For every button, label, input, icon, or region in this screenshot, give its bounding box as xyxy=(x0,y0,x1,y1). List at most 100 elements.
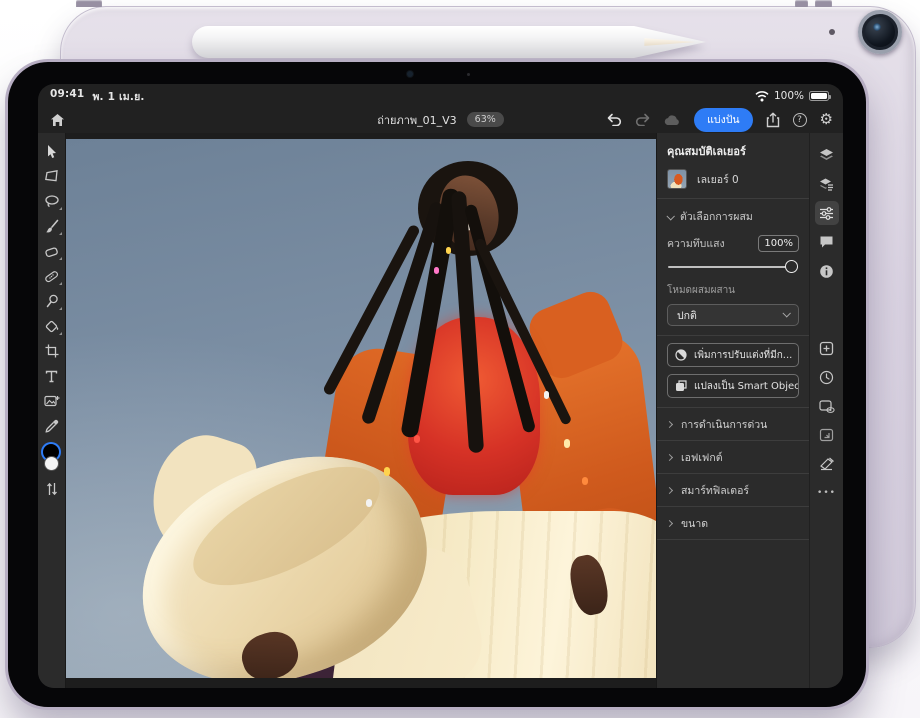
redo-icon[interactable] xyxy=(635,113,650,126)
clock-time: 09:41 xyxy=(50,88,84,105)
task-strip: ••• xyxy=(809,133,843,688)
layer-properties-icon[interactable] xyxy=(815,172,839,196)
header-bar: ถ่ายภาพ_01_V3 63% แบ่งปัน xyxy=(38,106,843,133)
eyedropper-tool[interactable] xyxy=(41,415,63,437)
front-camera-dot xyxy=(407,71,413,77)
type-tool[interactable] xyxy=(41,365,63,387)
share-button[interactable]: แบ่งปัน xyxy=(694,108,752,132)
opacity-slider-track xyxy=(668,266,798,268)
version-history-icon[interactable] xyxy=(815,365,839,389)
add-adjustment-button[interactable]: เพิ่มการปรับแต่งที่มีก... xyxy=(667,343,799,367)
deselect-icon[interactable] xyxy=(815,452,839,476)
photo-clip xyxy=(564,439,570,448)
home-icon[interactable] xyxy=(50,113,65,127)
info-icon[interactable] xyxy=(815,259,839,283)
layer-thumbnail[interactable] xyxy=(667,169,687,189)
chevron-down-icon xyxy=(782,309,790,317)
chevron-down-icon xyxy=(666,212,674,220)
opacity-label: ความทึบแสง xyxy=(667,235,725,252)
transform-tool[interactable] xyxy=(41,165,63,187)
section-size[interactable]: ขนาด xyxy=(667,507,799,539)
battery-icon xyxy=(809,91,829,101)
blend-options-label: ตัวเลือกการผสม xyxy=(680,208,753,225)
blend-mode-dropdown[interactable]: ปกติ xyxy=(667,304,799,326)
background-color-chip[interactable] xyxy=(45,457,58,470)
photo-clip xyxy=(434,267,439,274)
brush-tool[interactable] xyxy=(41,215,63,237)
adjustment-icon xyxy=(675,349,687,361)
main-row: คุณสมบัติเลเยอร์ เลเยอร์ 0 ตัวเลือกการผส… xyxy=(38,133,843,688)
chevron-right-icon xyxy=(666,420,673,427)
layer-visibility-icon[interactable] xyxy=(815,394,839,418)
clone-stamp-tool[interactable] xyxy=(41,290,63,312)
opacity-value-field[interactable]: 100% xyxy=(758,235,799,252)
color-chips[interactable] xyxy=(41,444,63,476)
settings-gear-icon[interactable]: ⚙ xyxy=(820,112,833,127)
comments-icon[interactable] xyxy=(815,230,839,254)
section-label: สมาร์ทฟิลเตอร์ xyxy=(681,482,749,499)
apple-pencil-body xyxy=(192,26,706,58)
photo-layer[interactable] xyxy=(66,139,656,678)
help-icon[interactable]: ? xyxy=(793,113,807,127)
swap-colors-tool[interactable] xyxy=(41,478,63,500)
photo-clip xyxy=(544,391,549,399)
chevron-right-icon xyxy=(666,519,673,526)
clock-date: พ. 1 เม.ย. xyxy=(92,88,144,105)
section-label: ขนาด xyxy=(681,515,708,532)
apple-pencil xyxy=(192,26,706,58)
section-label: เอฟเฟกต์ xyxy=(681,449,723,466)
app-screen: 09:41 พ. 1 เม.ย. 100% ถ่ายภาพ_01_V3 xyxy=(38,84,843,688)
rear-ipad-volume-down-button xyxy=(815,0,832,7)
eraser-tool[interactable] xyxy=(41,240,63,262)
chevron-right-icon xyxy=(666,486,673,493)
rear-ipad-top-button xyxy=(76,0,102,7)
add-adjustment-label: เพิ่มการปรับแต่งที่มีก... xyxy=(694,348,792,363)
opacity-slider-knob[interactable] xyxy=(785,260,798,273)
edit-properties-icon[interactable] xyxy=(815,201,839,225)
convert-smart-object-button[interactable]: แปลงเป็น Smart Object xyxy=(667,374,799,398)
layer-name: เลเยอร์ 0 xyxy=(697,171,739,188)
crop-tool[interactable] xyxy=(41,340,63,362)
battery-percent: 100% xyxy=(774,90,804,102)
blend-mode-value: ปกติ xyxy=(677,307,697,324)
rear-ipad-volume-up-button xyxy=(795,0,808,7)
export-icon[interactable] xyxy=(766,112,780,128)
section-quick-actions[interactable]: การดำเนินการด่วน xyxy=(667,408,799,440)
section-label: การดำเนินการด่วน xyxy=(681,416,767,433)
rear-camera-lens xyxy=(858,10,902,54)
photo-clip xyxy=(414,435,420,443)
blend-mode-label: โหมดผสมผสาน xyxy=(667,283,799,298)
status-bar: 09:41 พ. 1 เม.ย. 100% xyxy=(38,84,843,106)
opacity-row: ความทึบแสง 100% xyxy=(667,235,799,252)
lasso-tool[interactable] xyxy=(41,190,63,212)
more-options-icon[interactable]: ••• xyxy=(815,481,839,505)
rear-microphone-dot xyxy=(829,29,835,35)
photo-clip xyxy=(446,247,451,254)
send-to-app-icon[interactable] xyxy=(815,423,839,447)
front-ipad: 09:41 พ. 1 เม.ย. 100% ถ่ายภาพ_01_V3 xyxy=(8,62,866,707)
divider xyxy=(657,539,809,540)
cloud-sync-icon[interactable] xyxy=(663,114,681,126)
photo-clip xyxy=(366,499,372,507)
place-photo-tool[interactable] xyxy=(41,390,63,412)
healing-brush-tool[interactable] xyxy=(41,265,63,287)
divider xyxy=(657,335,809,336)
document-title: ถ่ายภาพ_01_V3 xyxy=(377,111,456,129)
section-effects[interactable]: เอฟเฟกต์ xyxy=(667,441,799,473)
convert-smart-object-label: แปลงเป็น Smart Object xyxy=(694,379,799,394)
layer-row[interactable]: เลเยอร์ 0 xyxy=(667,169,799,189)
more-dots: ••• xyxy=(817,488,836,498)
layers-icon[interactable] xyxy=(815,143,839,167)
add-layer-icon[interactable] xyxy=(815,336,839,360)
panel-title: คุณสมบัติเลเยอร์ xyxy=(667,142,799,160)
front-sensor-dot xyxy=(467,73,470,76)
undo-icon[interactable] xyxy=(607,113,622,126)
layer-properties-panel: คุณสมบัติเลเยอร์ เลเยอร์ 0 ตัวเลือกการผส… xyxy=(656,133,809,688)
move-tool[interactable] xyxy=(41,140,63,162)
section-smart-filters[interactable]: สมาร์ทฟิลเตอร์ xyxy=(667,474,799,506)
opacity-slider[interactable] xyxy=(668,259,798,275)
fill-tool[interactable] xyxy=(41,315,63,337)
zoom-level-badge[interactable]: 63% xyxy=(467,112,504,127)
document-canvas[interactable] xyxy=(66,133,656,688)
blend-options-header[interactable]: ตัวเลือกการผสม xyxy=(667,199,799,233)
